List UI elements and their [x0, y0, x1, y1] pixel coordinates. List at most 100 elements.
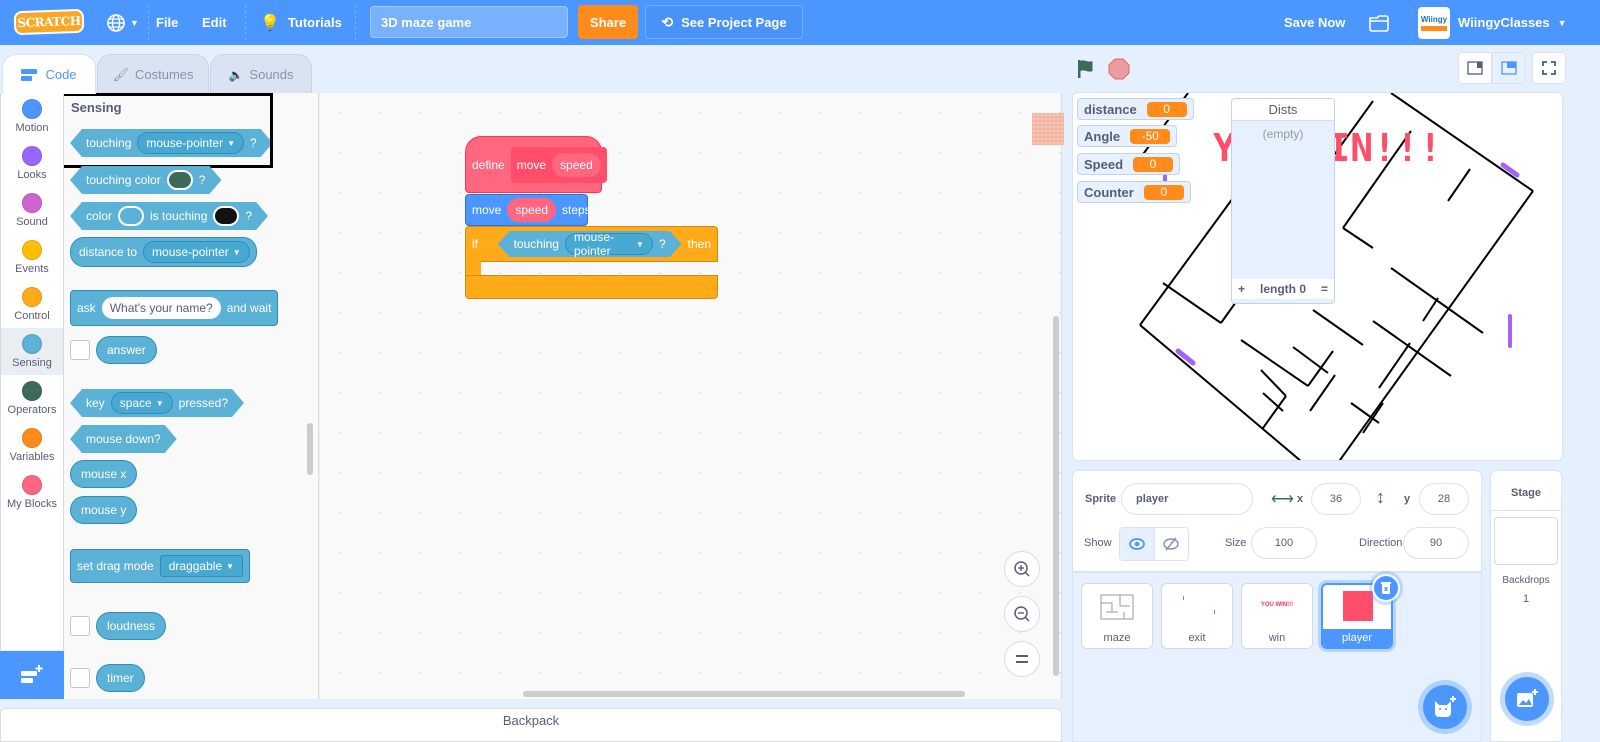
- answer-monitor-checkbox[interactable]: [70, 340, 90, 360]
- block-loudness[interactable]: loudness: [96, 612, 167, 640]
- param-reporter[interactable]: speed: [552, 152, 601, 177]
- choose-sprite-button[interactable]: [1423, 685, 1467, 729]
- horizontal-scrollbar[interactable]: [523, 691, 965, 697]
- category-sound[interactable]: Sound: [1, 187, 63, 234]
- tutorials-button[interactable]: 💡 Tutorials: [260, 0, 342, 45]
- block-text: move: [472, 203, 502, 217]
- save-now-button[interactable]: Save Now: [1284, 0, 1345, 45]
- edit-menu[interactable]: Edit: [202, 0, 227, 45]
- y-position-input[interactable]: 28: [1419, 483, 1469, 515]
- monitor-counter[interactable]: Counter 0: [1077, 181, 1191, 203]
- block-touching-color[interactable]: touching color ?: [70, 166, 221, 194]
- small-stage-button[interactable]: [1458, 52, 1492, 84]
- color-swatch[interactable]: [167, 170, 193, 190]
- direction-input[interactable]: 90: [1403, 527, 1469, 559]
- category-operators[interactable]: Operators: [1, 375, 63, 422]
- block-set-drag-mode[interactable]: set drag mode draggable ▼: [70, 549, 251, 583]
- monitor-speed[interactable]: Speed 0: [1077, 153, 1181, 175]
- key-dropdown[interactable]: space ▼: [111, 392, 173, 414]
- zoom-out-button[interactable]: [1004, 596, 1040, 632]
- monitor-angle[interactable]: Angle -50: [1077, 125, 1178, 147]
- normal-stage-button[interactable]: [1492, 52, 1526, 84]
- zoom-in-button[interactable]: [1004, 551, 1040, 587]
- if-then-block[interactable]: if touching mouse-pointer ▼ ? then: [465, 226, 718, 262]
- block-touching[interactable]: touching mouse-pointer ▼ ?: [70, 129, 273, 157]
- script-area[interactable]: define move speed move speed steps if to…: [320, 93, 1064, 699]
- account-menu[interactable]: Wiingy WiingyClasses ▼: [1418, 0, 1567, 45]
- block-ask-and-wait[interactable]: ask What's your name? and wait: [70, 290, 279, 326]
- touching-object-dropdown[interactable]: mouse-pointer ▼: [137, 132, 244, 154]
- language-menu[interactable]: ▼: [106, 0, 139, 45]
- add-extension-button[interactable]: [0, 651, 64, 699]
- share-button[interactable]: Share: [578, 5, 638, 39]
- stage-canvas[interactable]: YOU WIN!!! distance0 Angle-50 Speed0 Cou…: [1072, 92, 1563, 461]
- category-events[interactable]: Events: [1, 234, 63, 281]
- block-text: ?: [245, 209, 253, 223]
- tab-costumes[interactable]: 🖌 Costumes: [97, 54, 209, 94]
- code-icon: [21, 68, 38, 81]
- green-flag-button[interactable]: [1076, 58, 1098, 83]
- category-sensing[interactable]: Sensing: [1, 328, 63, 375]
- monitor-label: distance: [1084, 101, 1137, 117]
- see-project-page-button[interactable]: ⟲ See Project Page: [645, 5, 803, 39]
- vertical-scrollbar[interactable]: [1053, 316, 1059, 676]
- block-distance-to[interactable]: distance to mouse-pointer ▼: [70, 237, 257, 267]
- sprite-tile-win[interactable]: YOU WIN!!! win: [1241, 583, 1313, 649]
- move-steps-block[interactable]: move speed steps: [465, 194, 591, 226]
- project-title-input[interactable]: 3D maze game: [370, 6, 568, 38]
- monitor-distance[interactable]: distance 0: [1077, 98, 1194, 120]
- stage-target-pane[interactable]: Stage Backdrops 1: [1490, 470, 1562, 742]
- sprite-tile-exit[interactable]: exit: [1161, 583, 1233, 649]
- backpack[interactable]: Backpack: [0, 708, 1062, 742]
- my-blocks-dot-icon: [22, 475, 42, 495]
- size-input[interactable]: 100: [1251, 527, 1317, 559]
- list-resize-handle[interactable]: =: [1321, 282, 1328, 296]
- touching-condition-block[interactable]: touching mouse-pointer ▼ ?: [498, 231, 682, 257]
- color-swatch[interactable]: [213, 206, 239, 226]
- speed-reporter[interactable]: speed: [507, 198, 557, 222]
- block-timer[interactable]: timer: [96, 664, 145, 692]
- distance-object-dropdown[interactable]: mouse-pointer ▼: [143, 241, 250, 263]
- hide-sprite-button[interactable]: [1155, 528, 1189, 560]
- category-my-blocks[interactable]: My Blocks: [1, 469, 63, 516]
- list-monitor-dists[interactable]: Dists (empty) + length 0 =: [1231, 98, 1335, 304]
- sprite-name-input[interactable]: player: [1121, 483, 1253, 515]
- choose-backdrop-button[interactable]: [1505, 677, 1549, 721]
- my-stuff-button[interactable]: [1368, 0, 1390, 45]
- category-motion[interactable]: Motion: [1, 93, 63, 140]
- username: WiingyClasses: [1458, 15, 1550, 30]
- touching-object-dropdown[interactable]: mouse-pointer ▼: [565, 233, 653, 255]
- block-mouse-down[interactable]: mouse down?: [70, 425, 177, 453]
- backdrop-add-icon: [1517, 689, 1538, 707]
- category-looks[interactable]: Looks: [1, 140, 63, 187]
- x-position-input[interactable]: 36: [1311, 483, 1361, 515]
- tab-sounds[interactable]: 🔈 Sounds: [210, 54, 312, 94]
- block-mouse-x[interactable]: mouse x: [70, 460, 138, 488]
- block-answer[interactable]: answer: [96, 336, 157, 364]
- sprite-tile-maze[interactable]: maze: [1081, 583, 1153, 649]
- palette-scrollbar[interactable]: [307, 423, 313, 475]
- monitor-label: Angle: [1084, 128, 1121, 144]
- list-add-button[interactable]: +: [1238, 282, 1245, 296]
- block-key-pressed[interactable]: key space ▼ pressed?: [70, 389, 244, 417]
- zoom-reset-button[interactable]: [1004, 641, 1040, 677]
- loudness-monitor-checkbox[interactable]: [70, 616, 90, 636]
- file-menu[interactable]: File: [156, 0, 178, 45]
- stop-button[interactable]: [1108, 58, 1130, 83]
- color-swatch[interactable]: [118, 206, 144, 226]
- category-control[interactable]: Control: [1, 281, 63, 328]
- ask-question-input[interactable]: What's your name?: [101, 297, 221, 319]
- show-sprite-button[interactable]: [1120, 528, 1155, 560]
- timer-monitor-checkbox[interactable]: [70, 668, 90, 688]
- block-mouse-y[interactable]: mouse y: [70, 496, 138, 524]
- looks-dot-icon: [22, 146, 42, 166]
- fullscreen-button[interactable]: [1532, 52, 1566, 84]
- define-block[interactable]: define move speed: [465, 136, 607, 193]
- tab-code[interactable]: Code: [2, 54, 96, 94]
- scratch-logo[interactable]: SCRATCH: [13, 8, 85, 36]
- category-variables[interactable]: Variables: [1, 422, 63, 469]
- block-color-is-touching[interactable]: color is touching ?: [70, 202, 268, 230]
- drag-mode-dropdown[interactable]: draggable ▼: [159, 555, 244, 577]
- delete-sprite-button[interactable]: [1372, 574, 1400, 602]
- custom-block-prototype[interactable]: move speed: [510, 146, 607, 183]
